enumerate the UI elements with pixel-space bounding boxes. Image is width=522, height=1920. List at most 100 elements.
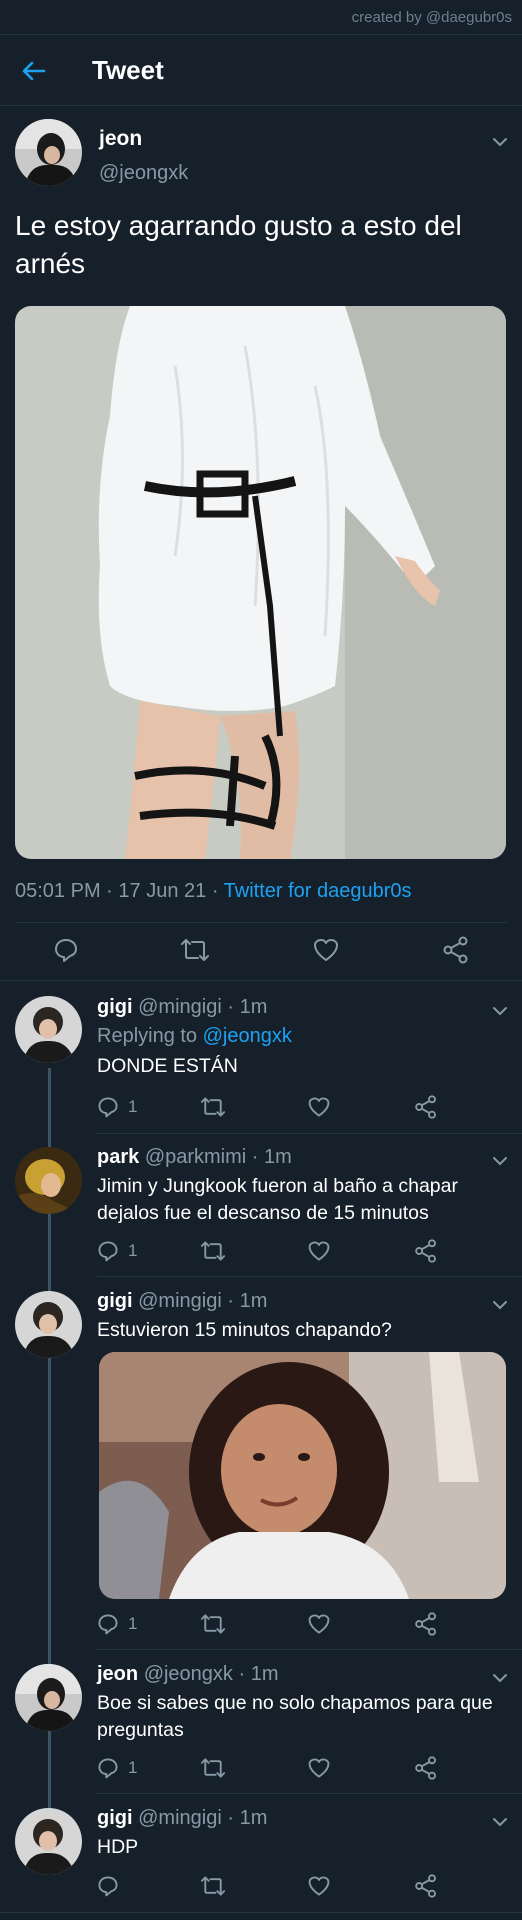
tweet-date: 17 Jun 21 [118, 880, 207, 902]
comment-icon[interactable] [96, 1612, 120, 1641]
reply-time: 1m [239, 996, 268, 1018]
like-icon[interactable] [307, 1095, 331, 1124]
comment-icon[interactable] [96, 1874, 120, 1903]
comment-icon[interactable] [96, 1756, 120, 1785]
reply-time: 1m [239, 1807, 268, 1829]
divider [97, 1649, 522, 1650]
replying-to: Replying to @jeongxk [97, 1025, 292, 1048]
reply-author-name[interactable]: gigi [97, 1290, 133, 1312]
retweet-icon[interactable] [200, 1095, 226, 1124]
tweet-image[interactable] [15, 306, 506, 859]
chevron-down-icon[interactable] [492, 1814, 508, 1827]
reply-header: gigi @mingigi · 1m [97, 1807, 267, 1830]
share-icon[interactable] [414, 1095, 438, 1124]
tweet-source[interactable]: Twitter for daegubr0s [224, 880, 412, 902]
meta-separator: · [227, 1290, 235, 1312]
reply-header: park @parkmimi · 1m [97, 1146, 292, 1169]
reply-author-handle[interactable]: @mingigi [138, 1807, 222, 1829]
reply-text: Estuvieron 15 minutos chapando? [97, 1319, 392, 1341]
share-icon[interactable] [414, 1612, 438, 1641]
reply-time: 1m [239, 1290, 268, 1312]
reply-actions: 1 [0, 1095, 522, 1121]
avatar[interactable] [15, 1147, 82, 1214]
avatar[interactable] [15, 996, 82, 1063]
divider [97, 1133, 522, 1134]
meta-separator: · [106, 880, 119, 902]
chevron-down-icon[interactable] [492, 1670, 508, 1683]
like-icon[interactable] [307, 1874, 331, 1903]
reply-author-name[interactable]: gigi [97, 1807, 133, 1829]
creator-credit: created by @daegubr0s [351, 9, 512, 26]
reply-time: 1m [264, 1146, 292, 1168]
reply-author-handle[interactable]: @mingigi [138, 996, 222, 1018]
replying-to-handle[interactable]: @jeongxk [203, 1025, 292, 1047]
reply-author-name[interactable]: park [97, 1146, 139, 1168]
retweet-icon[interactable] [200, 1612, 226, 1641]
divider [97, 1793, 522, 1794]
comment-icon[interactable] [96, 1239, 120, 1268]
reply-actions: 1 [0, 1239, 522, 1265]
like-icon[interactable] [307, 1239, 331, 1268]
chevron-down-icon[interactable] [492, 134, 508, 147]
divider [0, 980, 522, 981]
meta-separator: · [227, 996, 235, 1018]
tweet-time: 05:01 PM [15, 880, 101, 902]
top-bar: Tweet [0, 34, 522, 106]
retweet-icon[interactable] [200, 1756, 226, 1785]
like-icon[interactable] [307, 1756, 331, 1785]
avatar[interactable] [15, 1664, 82, 1731]
reply-author-handle[interactable]: @parkmimi [145, 1146, 246, 1168]
reply-author-handle[interactable]: @mingigi [138, 1290, 222, 1312]
tweet-actions [0, 936, 522, 966]
reply-header: jeon @jeongxk · 1m [97, 1663, 279, 1686]
retweet-icon[interactable] [200, 1874, 226, 1903]
meta-separator: · [227, 1807, 235, 1829]
comment-icon[interactable] [96, 1095, 120, 1124]
share-icon[interactable] [442, 936, 470, 969]
meta-separator: · [238, 1663, 246, 1685]
reply-text: HDP [97, 1836, 139, 1858]
share-icon[interactable] [414, 1239, 438, 1268]
meta-separator: · [211, 880, 224, 902]
meta-separator: · [251, 1146, 259, 1168]
avatar[interactable] [15, 119, 82, 186]
like-icon[interactable] [307, 1612, 331, 1641]
reply-author-name[interactable]: gigi [97, 996, 133, 1018]
chevron-down-icon[interactable] [492, 1003, 508, 1016]
share-icon[interactable] [414, 1756, 438, 1785]
divider [97, 1276, 522, 1277]
comment-icon[interactable] [52, 936, 80, 969]
divider [15, 922, 507, 923]
tweet-meta: 05:01 PM · 17 Jun 21 · Twitter for daegu… [15, 880, 412, 903]
reply-count: 1 [128, 1614, 138, 1633]
chevron-down-icon[interactable] [492, 1153, 508, 1166]
reply-header: gigi @mingigi · 1m [97, 996, 267, 1019]
author-name[interactable]: jeon [99, 127, 142, 151]
retweet-icon[interactable] [200, 1239, 226, 1268]
share-icon[interactable] [414, 1874, 438, 1903]
reply-actions [0, 1874, 522, 1900]
tweet-text: Le estoy agarrando gusto a esto del arné… [15, 210, 462, 279]
replying-to-label: Replying to [97, 1025, 198, 1047]
arrow-left-icon[interactable] [20, 57, 48, 85]
reply-count: 1 [128, 1758, 138, 1777]
reply-text: Jimin y Jungkook fueron al baño a chapar… [97, 1175, 458, 1224]
reply-header: gigi @mingigi · 1m [97, 1290, 267, 1313]
chevron-down-icon[interactable] [492, 1297, 508, 1310]
reply-actions: 1 [0, 1756, 522, 1782]
like-icon[interactable] [312, 936, 340, 969]
reply-text: DONDE ESTÁN [97, 1055, 238, 1077]
page-title: Tweet [92, 55, 164, 85]
reply-text: Boe si sabes que no solo chapamos para q… [97, 1692, 493, 1741]
reply-author-name[interactable]: jeon [97, 1663, 138, 1685]
reply-image[interactable] [99, 1352, 506, 1599]
reply-author-handle[interactable]: @jeongxk [144, 1663, 233, 1685]
avatar[interactable] [15, 1808, 82, 1875]
reply-actions: 1 [0, 1612, 522, 1638]
retweet-icon[interactable] [180, 936, 210, 969]
avatar[interactable] [15, 1291, 82, 1358]
reply-count: 1 [128, 1097, 138, 1116]
author-handle[interactable]: @jeongxk [99, 162, 188, 185]
divider [0, 1912, 522, 1913]
reply-count: 1 [128, 1241, 138, 1260]
